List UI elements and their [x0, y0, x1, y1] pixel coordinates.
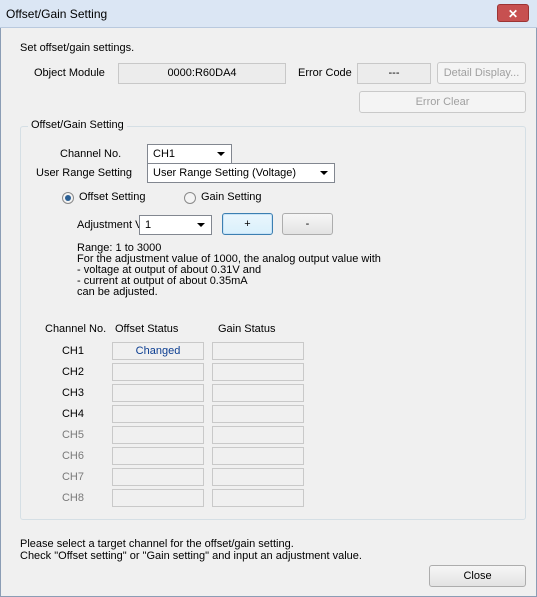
range-line: can be adjusted.	[77, 286, 158, 298]
adjustment-value: 1	[145, 219, 152, 231]
offset-status-cell	[112, 426, 204, 444]
gain-status-cell	[212, 447, 304, 465]
offset-setting-label[interactable]: Offset Setting	[79, 191, 145, 203]
row-channel: CH4	[61, 408, 84, 420]
window-title: Offset/Gain Setting	[6, 7, 108, 21]
close-button-label: Close	[463, 570, 492, 582]
offset-status-cell	[112, 363, 204, 381]
chevron-down-icon	[217, 152, 225, 156]
instruction-text: Set offset/gain settings.	[20, 42, 135, 54]
chevron-down-icon	[197, 223, 205, 227]
footer-line: Check "Offset setting" or "Gain setting"…	[20, 550, 362, 562]
plus-minus-icon: +	[244, 218, 251, 230]
error-clear-label: Error Clear	[415, 96, 470, 108]
gain-status-cell	[212, 405, 304, 423]
gain-setting-label[interactable]: Gain Setting	[201, 191, 262, 203]
row-channel: CH7	[61, 471, 84, 483]
row-channel: CH6	[61, 450, 84, 462]
range-info: Range: 1 to 3000 For the adjustment valu…	[77, 243, 381, 298]
channel-no-label: Channel No.	[60, 148, 122, 160]
gain-status-cell	[212, 363, 304, 381]
row-channel: CH3	[61, 387, 84, 399]
error-clear-button[interactable]: Error Clear	[359, 91, 526, 113]
gain-setting-radio[interactable]	[184, 192, 196, 204]
footer-message: Please select a target channel for the o…	[20, 538, 362, 562]
channel-no-value: CH1	[153, 148, 176, 160]
adjustment-value-combo[interactable]: 1	[139, 215, 212, 235]
header-gain-status: Gain Status	[218, 323, 276, 335]
detail-display-button[interactable]: Detail Display...	[437, 62, 526, 84]
offset-status-cell	[112, 384, 204, 402]
row-channel: CH8	[61, 492, 84, 504]
row-channel: CH1	[61, 345, 84, 357]
offset-status-cell	[112, 447, 204, 465]
increase-button[interactable]: +	[222, 213, 273, 235]
gain-status-cell	[212, 489, 304, 507]
gain-status-cell	[212, 468, 304, 486]
detail-display-label: Detail Display...	[443, 67, 520, 79]
offset-status-cell: Changed	[112, 342, 204, 360]
offset-status-cell	[112, 468, 204, 486]
close-button[interactable]: Close	[429, 565, 526, 587]
decrease-button[interactable]: -	[282, 213, 333, 235]
user-range-value: User Range Setting (Voltage)	[153, 167, 297, 179]
object-module-label: Object Module	[34, 67, 105, 79]
title-bar: Offset/Gain Setting ✕	[0, 0, 537, 28]
user-range-label: User Range Setting	[36, 167, 132, 179]
chevron-down-icon	[320, 171, 328, 175]
footer-line: Please select a target channel for the o…	[20, 538, 294, 550]
header-channel-no: Channel No.	[45, 323, 107, 335]
object-module-field: 0000:R60DA4	[118, 63, 286, 84]
offset-status-cell	[112, 489, 204, 507]
error-code-label: Error Code	[298, 67, 352, 79]
row-channel: CH5	[61, 429, 84, 441]
gain-status-cell	[212, 426, 304, 444]
gain-status-cell	[212, 384, 304, 402]
channel-no-dropdown[interactable]: CH1	[147, 144, 232, 164]
gain-status-cell	[212, 342, 304, 360]
offset-setting-radio[interactable]	[62, 192, 74, 204]
adjustment-label: Adjustment V	[77, 219, 143, 231]
header-offset-status: Offset Status	[115, 323, 179, 335]
window-close-button[interactable]: ✕	[497, 4, 529, 22]
group-title: Offset/Gain Setting	[28, 119, 127, 131]
user-range-dropdown[interactable]: User Range Setting (Voltage)	[147, 163, 335, 183]
offset-status-cell	[112, 405, 204, 423]
error-code-field: ---	[357, 63, 431, 84]
row-channel: CH2	[61, 366, 84, 378]
minus-icon: -	[305, 218, 310, 230]
